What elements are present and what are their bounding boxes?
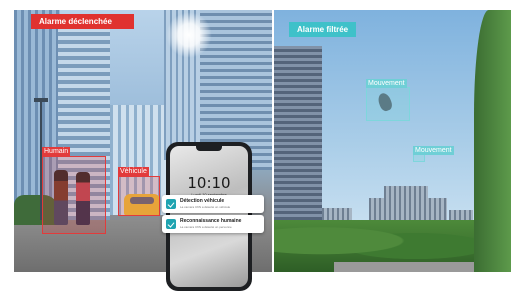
human-detection-box	[42, 156, 106, 234]
motion-detection-label: Mouvement	[413, 146, 454, 155]
motion-detection-label: Mouvement	[366, 79, 407, 88]
alarm-triggered-badge: Alarme déclenchée	[31, 14, 134, 29]
skyscraper	[274, 46, 322, 226]
alarm-filtered-badge: Alarme filtrée	[289, 22, 356, 37]
vehicle-detection-label: Véhicule	[118, 167, 149, 176]
notification-human-recognition[interactable]: Reconnaissance humaine La caméra C6N a d…	[162, 215, 264, 233]
vehicle-detection-box	[118, 176, 160, 216]
shield-check-icon	[166, 199, 176, 209]
human-detection-label: Humain	[42, 147, 71, 156]
filtered-alarm-scene	[274, 10, 511, 272]
lock-screen-clock: 10:10	[187, 174, 231, 192]
notification-subtitle: La caméra C6N a détecté un véhicule	[180, 205, 231, 209]
phone-notch	[196, 146, 222, 151]
notification-subtitle: La caméra C6N a détecté un personne	[180, 225, 232, 229]
foreground-tree	[474, 10, 511, 272]
shield-check-icon	[166, 219, 176, 229]
sun-glare	[166, 12, 212, 58]
comparison-illustration: Alarme déclenchée Humain Véhicule 10:10 …	[0, 0, 518, 291]
notification-vehicle-detection[interactable]: Détection véhicule La caméra C6N a détec…	[162, 195, 264, 213]
notification-title: Détection véhicule	[180, 198, 225, 204]
motion-detection-box	[366, 87, 410, 121]
notification-title: Reconnaissance humaine	[180, 218, 242, 224]
